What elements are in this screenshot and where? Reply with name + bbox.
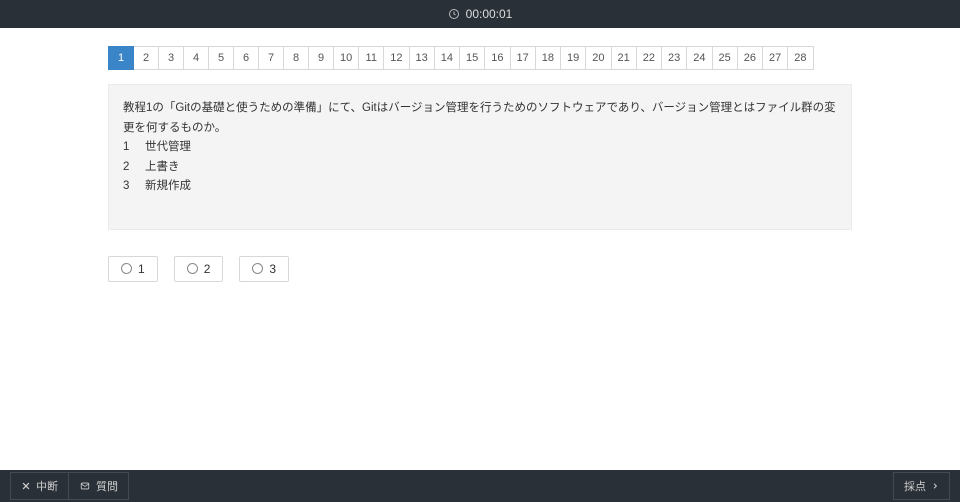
pager-item-3[interactable]: 3 [158, 46, 184, 70]
answer-option-label: 1 [138, 262, 145, 276]
answer-options: 1 2 3 [108, 256, 852, 282]
radio-icon [187, 263, 198, 274]
radio-icon [121, 263, 132, 274]
close-icon [21, 481, 31, 491]
pager-item-7[interactable]: 7 [258, 46, 284, 70]
timer-text: 00:00:01 [466, 7, 513, 21]
pager-item-18[interactable]: 18 [535, 46, 561, 70]
question-choice-line: 1 世代管理 [123, 138, 837, 158]
footer-left-group: 中断 質問 [10, 472, 129, 500]
pager-item-10[interactable]: 10 [333, 46, 359, 70]
question-choice-text: 新規作成 [145, 177, 191, 197]
pager-item-22[interactable]: 22 [636, 46, 662, 70]
abort-button[interactable]: 中断 [10, 472, 69, 500]
pager-item-17[interactable]: 17 [510, 46, 536, 70]
question-box: 教程1の「Gitの基礎と使うための準備」にて、Gitはバージョン管理を行うための… [108, 84, 852, 230]
pager-item-25[interactable]: 25 [712, 46, 738, 70]
radio-icon [252, 263, 263, 274]
pager-item-14[interactable]: 14 [434, 46, 460, 70]
question-choice-line: 3 新規作成 [123, 177, 837, 197]
clock-icon [448, 8, 460, 20]
question-choice-number: 1 [123, 138, 133, 158]
question-choice-line: 2 上書き [123, 158, 837, 178]
chevron-right-icon [931, 481, 939, 491]
question-choice-text: 上書き [145, 158, 180, 178]
pager-item-2[interactable]: 2 [133, 46, 159, 70]
pager-item-1[interactable]: 1 [108, 46, 134, 70]
main-content: 1234567891011121314151617181920212223242… [0, 28, 960, 282]
question-choice-number: 2 [123, 158, 133, 178]
bottom-bar: 中断 質問 採点 [0, 470, 960, 502]
pager-item-23[interactable]: 23 [661, 46, 687, 70]
mail-icon [79, 481, 91, 491]
answer-option-2[interactable]: 2 [174, 256, 224, 282]
pager-item-26[interactable]: 26 [737, 46, 763, 70]
pager-item-13[interactable]: 13 [409, 46, 435, 70]
inquiry-label: 質問 [96, 478, 118, 494]
top-bar: 00:00:01 [0, 0, 960, 28]
pager-item-6[interactable]: 6 [233, 46, 259, 70]
abort-label: 中断 [36, 478, 58, 494]
answer-option-1[interactable]: 1 [108, 256, 158, 282]
pager-item-15[interactable]: 15 [459, 46, 485, 70]
pager-item-12[interactable]: 12 [383, 46, 409, 70]
pager-item-24[interactable]: 24 [686, 46, 712, 70]
inquiry-button[interactable]: 質問 [68, 472, 129, 500]
pager-item-19[interactable]: 19 [560, 46, 586, 70]
grade-label: 採点 [904, 478, 926, 494]
pager-item-20[interactable]: 20 [585, 46, 611, 70]
pager-item-16[interactable]: 16 [484, 46, 510, 70]
pager-item-8[interactable]: 8 [283, 46, 309, 70]
question-prompt: 教程1の「Gitの基礎と使うための準備」にて、Gitはバージョン管理を行うための… [123, 99, 837, 138]
answer-option-3[interactable]: 3 [239, 256, 289, 282]
question-pager: 1234567891011121314151617181920212223242… [108, 46, 852, 70]
question-choice-text: 世代管理 [145, 138, 191, 158]
pager-item-28[interactable]: 28 [787, 46, 813, 70]
answer-option-label: 2 [204, 262, 211, 276]
grade-button[interactable]: 採点 [893, 472, 950, 500]
pager-item-9[interactable]: 9 [308, 46, 334, 70]
answer-option-label: 3 [269, 262, 276, 276]
pager-item-11[interactable]: 11 [358, 46, 384, 70]
pager-item-21[interactable]: 21 [611, 46, 637, 70]
pager-item-5[interactable]: 5 [208, 46, 234, 70]
question-choice-number: 3 [123, 177, 133, 197]
pager-item-27[interactable]: 27 [762, 46, 788, 70]
pager-item-4[interactable]: 4 [183, 46, 209, 70]
